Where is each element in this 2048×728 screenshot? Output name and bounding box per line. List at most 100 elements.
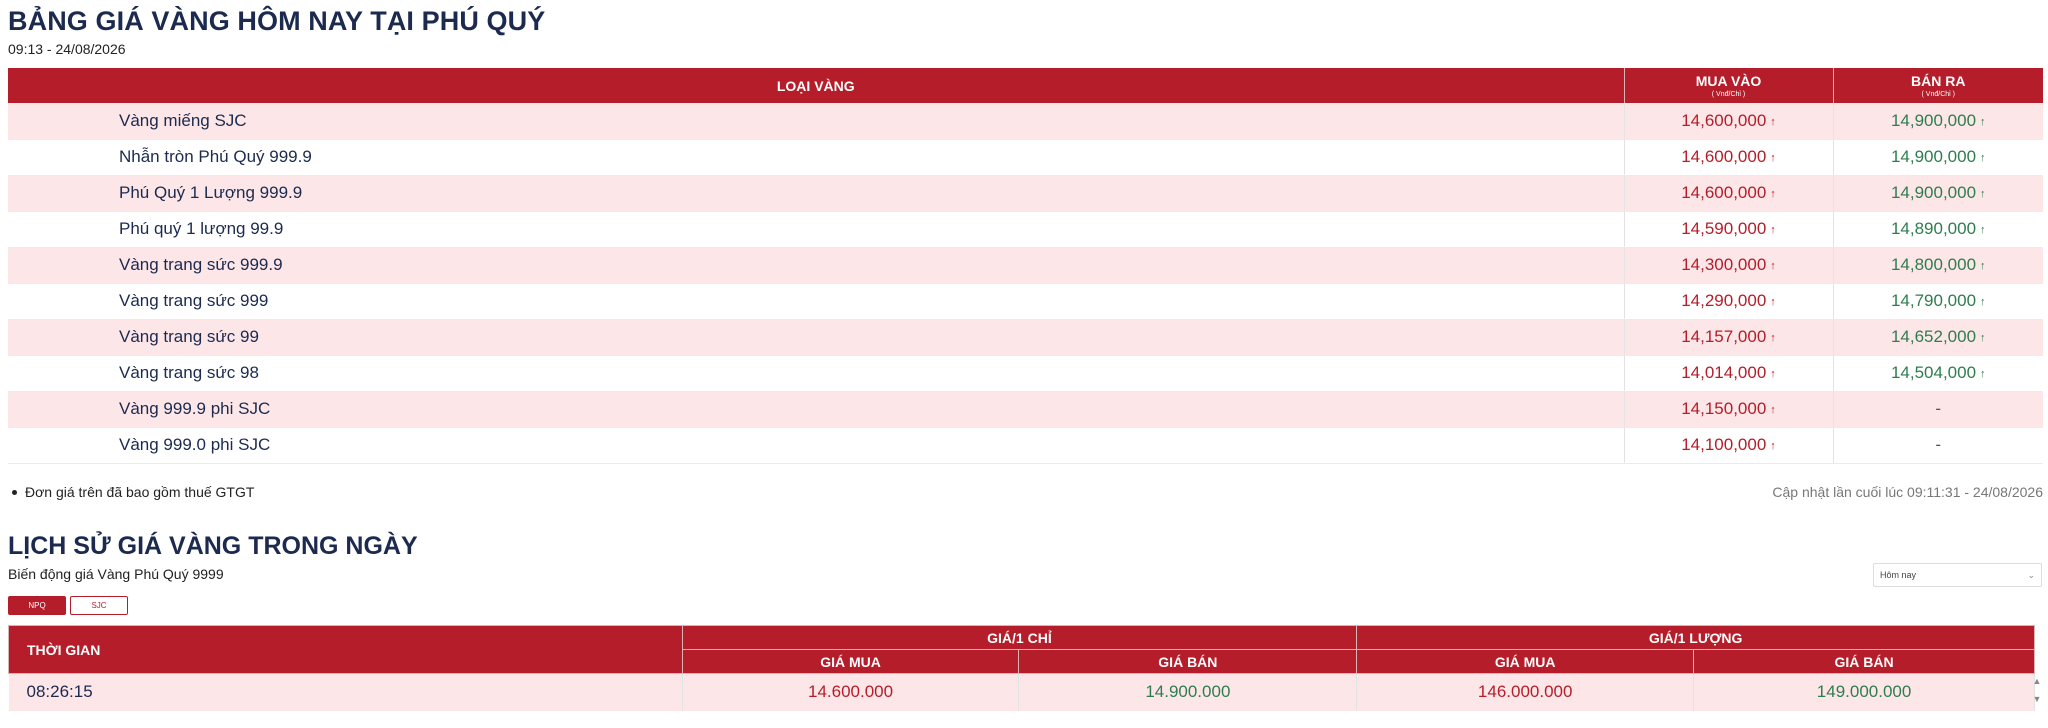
buy-price: 14,600,000 — [1681, 183, 1767, 202]
history-table-body: 08:26:15 14.600.000 14.900.000 146.000.000 1… — [8, 673, 2035, 711]
tab-sjc[interactable]: SJC — [70, 596, 128, 615]
up-arrow-icon: ↑ — [1980, 332, 1986, 344]
up-arrow-icon: ↑ — [1770, 332, 1776, 344]
gold-type-name: Vàng trang sức 999 — [8, 283, 1625, 320]
price-row: Phú Quý 1 Lượng 999.9 14,600,000 ↑ 14,900,0… — [8, 175, 2043, 212]
buy-price-cell: 14,600,000 ↑ — [1624, 175, 1834, 212]
sell-price-cell: 14,790,000 ↑ — [1833, 283, 2043, 320]
buy-price: 14,290,000 — [1681, 291, 1767, 310]
sell-price: 14,900,000 — [1890, 147, 1977, 166]
up-arrow-icon: ↑ — [1980, 152, 1986, 164]
buy-price-cell: 14,157,000 ↑ — [1624, 319, 1834, 356]
sell-price: 14,790,000 — [1890, 291, 1977, 310]
buy-price-cell: 14,290,000 ↑ — [1624, 283, 1834, 320]
history-title: LỊCH SỬ GIÁ VÀNG TRONG NGÀY — [8, 532, 418, 560]
col-header-buy-label: MUA VÀO — [1695, 73, 1762, 89]
price-row: Vàng miếng SJC 14,600,000 ↑ 14,900,000 ↑ — [8, 103, 2043, 140]
up-arrow-icon: ↑ — [1770, 224, 1776, 236]
col-header-buy: MUA VÀO ( Vnđ/Chỉ ) — [1624, 68, 1834, 103]
period-select-value: Hôm nay — [1880, 570, 1917, 580]
gold-type-name: Vàng miếng SJC — [8, 103, 1625, 140]
price-table: LOẠI VÀNG MUA VÀO ( Vnđ/Chỉ ) BÁN RA ( V… — [8, 68, 2043, 464]
col-header-sell-label: BÁN RA — [1911, 73, 1966, 89]
col-header-chi-ban: GIÁ BÁN — [1018, 649, 1358, 674]
buy-price: 14,300,000 — [1681, 255, 1767, 274]
gold-type-name: Phú Quý 1 Lượng 999.9 — [8, 175, 1625, 212]
buy-price: 14,150,000 — [1681, 399, 1767, 418]
gold-type-name: Vàng trang sức 99 — [8, 319, 1625, 356]
up-arrow-icon: ↑ — [1980, 115, 1986, 128]
up-arrow-icon: ↑ — [1770, 368, 1776, 380]
col-group-chi: GIÁ/1 CHỈ — [681, 625, 1358, 650]
history-chi-ban: 14.900.000 — [1018, 673, 1358, 711]
sell-price: - — [1935, 435, 1942, 454]
sell-price-cell: - — [1833, 427, 2043, 464]
last-updated: Cập nhật lần cuối lúc 09:11:31 - 24/08/2… — [1772, 484, 2043, 500]
price-row: Vàng trang sức 99 14,157,000 ↑ 14,652,000 ↑ — [8, 319, 2043, 356]
buy-price-cell: 14,014,000 ↑ — [1624, 355, 1834, 392]
history-table: THỜI GIAN GIÁ/1 CHỈ GIÁ/1 LƯỢNG GIÁ MUA … — [8, 625, 2035, 711]
buy-price: 14,100,000 — [1681, 435, 1767, 454]
up-arrow-icon: ↑ — [1980, 260, 1986, 272]
sell-price: 14,504,000 — [1890, 363, 1977, 382]
page-title: BẢNG GIÁ VÀNG HÔM NAY TẠI PHÚ QUÝ — [8, 6, 546, 36]
sell-price-cell: - — [1833, 391, 2043, 428]
buy-price-cell: 14,590,000 ↑ — [1624, 211, 1834, 248]
buy-price-cell: 14,600,000 ↑ — [1624, 139, 1834, 176]
buy-price: 14,600,000 — [1681, 110, 1767, 130]
col-header-time: THỜI GIAN — [8, 625, 683, 674]
buy-price-cell: 14,300,000 ↑ — [1624, 247, 1834, 284]
up-arrow-icon: ↑ — [1770, 296, 1776, 308]
price-row: Vàng trang sức 999.9 14,300,000 ↑ 14,800,00… — [8, 247, 2043, 284]
tab-npq[interactable]: NPQ — [8, 596, 66, 615]
up-arrow-icon: ↑ — [1770, 404, 1776, 416]
up-arrow-icon: ↑ — [1770, 260, 1776, 272]
col-header-luong-ban: GIÁ BÁN — [1693, 649, 2035, 674]
gold-type-name: Nhẫn tròn Phú Quý 999.9 — [8, 139, 1625, 176]
price-row: Phú quý 1 lượng 99.9 14,590,000 ↑ 14,890,00… — [8, 211, 2043, 248]
sell-price: 14,652,000 — [1890, 327, 1977, 346]
gold-type-name: Vàng trang sức 98 — [8, 355, 1625, 392]
page-datetime: 09:13 - 24/08/2026 — [8, 41, 126, 57]
up-arrow-icon: ↑ — [1770, 440, 1776, 452]
chevron-down-icon: ⌄ — [2027, 570, 2035, 580]
sell-price-cell: 14,800,000 ↑ — [1833, 247, 2043, 284]
history-chi-mua: 14.600.000 — [682, 673, 1020, 711]
up-arrow-icon: ↑ — [1770, 115, 1776, 128]
history-subtitle: Biến động giá Vàng Phú Quý 9999 — [8, 566, 224, 582]
sell-price-cell: 14,900,000 ↑ — [1833, 103, 2043, 140]
sell-price: 14,900,000 — [1890, 110, 1977, 130]
up-arrow-icon: ↑ — [1980, 188, 1986, 200]
price-table-header: LOẠI VÀNG MUA VÀO ( Vnđ/Chỉ ) BÁN RA ( V… — [8, 68, 2043, 103]
history-luong-ban: 149.000.000 — [1693, 673, 2035, 711]
sell-price-cell: 14,890,000 ↑ — [1833, 211, 2043, 248]
gold-type-name: Phú quý 1 lượng 99.9 — [8, 211, 1625, 248]
bullet-icon — [12, 489, 17, 495]
col-header-sell-unit: ( Vnđ/Chỉ ) — [1921, 91, 1955, 98]
up-arrow-icon: ↑ — [1980, 368, 1986, 380]
history-luong-mua: 146.000.000 — [1356, 673, 1695, 711]
sell-price: 14,900,000 — [1890, 183, 1977, 202]
col-header-type: LOẠI VÀNG — [8, 68, 1625, 103]
up-arrow-icon: ↑ — [1770, 188, 1776, 200]
scroll-down-icon[interactable]: ▼ — [2031, 694, 2043, 704]
sell-price: - — [1935, 399, 1942, 418]
sell-price: 14,800,000 — [1890, 255, 1977, 274]
history-row: 08:26:15 14.600.000 14.900.000 146.000.000 1… — [8, 673, 2035, 711]
col-header-buy-unit: ( Vnđ/Chỉ ) — [1711, 91, 1746, 98]
buy-price: 14,590,000 — [1681, 219, 1767, 238]
tax-note: Đơn giá trên đã bao gồm thuế GTGT — [8, 484, 254, 500]
col-header-sell: BÁN RA ( Vnđ/Chỉ ) — [1833, 68, 2043, 103]
price-row: Vàng 999.9 phi SJC 14,150,000 ↑ - — [8, 391, 2043, 428]
price-row: Nhẫn tròn Phú Quý 999.9 14,600,000 ↑ 14,900… — [8, 139, 2043, 176]
history-time: 08:26:15 — [8, 673, 683, 711]
period-select[interactable]: Hôm nay ⌄ — [1873, 563, 2042, 587]
buy-price: 14,600,000 — [1681, 147, 1767, 166]
sell-price-cell: 14,504,000 ↑ — [1833, 355, 2043, 392]
up-arrow-icon: ↑ — [1980, 296, 1986, 308]
up-arrow-icon: ↑ — [1770, 152, 1776, 164]
sell-price-cell: 14,900,000 ↑ — [1833, 139, 2043, 176]
price-row: Vàng trang sức 98 14,014,000 ↑ 14,504,000 ↑ — [8, 355, 2043, 392]
scroll-up-icon[interactable]: ▲ — [2031, 676, 2043, 686]
buy-price-cell: 14,600,000 ↑ — [1624, 103, 1834, 140]
